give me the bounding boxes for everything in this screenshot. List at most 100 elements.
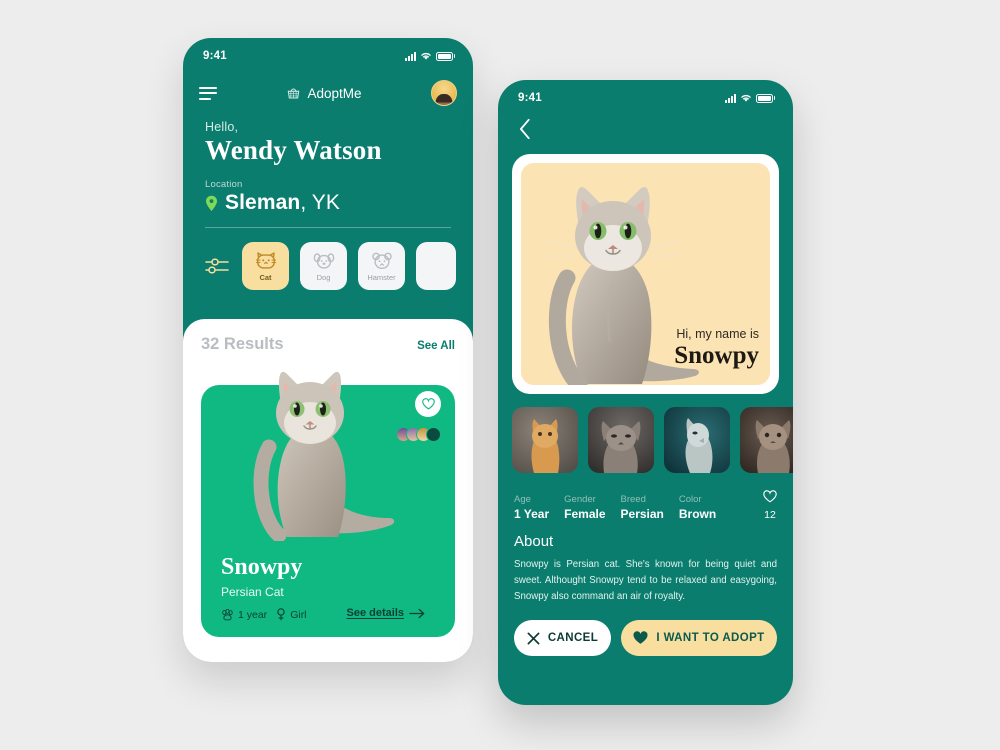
location-city-name: Sleman xyxy=(225,191,301,215)
cat-thumb-3 xyxy=(685,418,713,473)
detail-screen-phone: 9:41 Hi, my name is Snowpy Age 1 Year Ge… xyxy=(498,80,793,705)
attribute-gender: Gender Female xyxy=(564,494,605,521)
pet-name: Snowpy xyxy=(221,554,303,580)
adopt-label: I WANT TO ADOPT xyxy=(656,632,765,644)
status-icons xyxy=(724,93,775,103)
battery-icon xyxy=(435,51,455,61)
status-time: 9:41 xyxy=(203,50,227,62)
pet-card[interactable]: Snowpy Persian Cat 1 year Girl See detai… xyxy=(201,371,455,637)
attribute-color: Color Brown xyxy=(679,494,716,521)
attribute-value: 1 Year xyxy=(514,507,550,521)
hero-pet-name: Snowpy xyxy=(674,342,759,370)
thumbnail-item[interactable] xyxy=(588,407,654,473)
filter-chip-hamster[interactable]: Hamster xyxy=(358,242,405,291)
filter-chip-dog[interactable]: Dog xyxy=(300,242,347,291)
status-bar-home: 9:41 xyxy=(183,38,473,68)
see-details-label: See details xyxy=(346,607,404,619)
attribute-value: Female xyxy=(564,507,606,521)
app-bar: AdoptMe xyxy=(183,68,473,110)
paw-icon xyxy=(222,608,233,620)
dog-icon xyxy=(313,253,334,269)
filter-chip-label: Hamster xyxy=(367,273,396,283)
attribute-key: Age xyxy=(514,494,531,505)
thumbnail-item[interactable] xyxy=(664,407,730,473)
hero-greeting: Hi, my name is xyxy=(676,327,759,342)
close-x-icon xyxy=(527,632,540,644)
location-region: , YK xyxy=(300,191,341,215)
cat-thumb-4 xyxy=(755,420,791,473)
filter-chip-row: Cat Dog Hamster xyxy=(183,228,473,291)
brand-label: AdoptMe xyxy=(307,85,362,101)
pet-card-info: Snowpy Persian Cat 1 year Girl See detai… xyxy=(221,555,437,621)
about-heading: About xyxy=(514,533,554,550)
filter-chip-label: Cat xyxy=(259,273,272,283)
like-count: 12 xyxy=(764,509,776,521)
filter-chip-more[interactable] xyxy=(416,242,456,291)
attribute-age: Age 1 Year xyxy=(514,494,549,521)
avatar-group[interactable] xyxy=(396,427,441,442)
pet-breed: Persian Cat xyxy=(221,585,284,599)
heart-outline-icon xyxy=(421,398,435,410)
about-text: Snowpy is Persian cat. She's known for b… xyxy=(514,559,777,602)
location-city: Sleman, YK xyxy=(225,191,340,215)
chevron-left-icon xyxy=(520,118,530,140)
thumbnail-strip xyxy=(498,394,793,473)
attribute-key: Gender xyxy=(564,494,596,505)
favorite-button[interactable] xyxy=(415,391,441,417)
user-avatar[interactable] xyxy=(430,80,457,106)
signal-icon xyxy=(404,51,416,61)
thumbnail-item[interactable] xyxy=(512,407,578,473)
sliders-filter-icon[interactable] xyxy=(205,255,229,277)
hero-card: Hi, my name is Snowpy xyxy=(512,154,779,394)
attribute-key: Color xyxy=(678,494,702,505)
basket-icon xyxy=(288,88,300,98)
pet-photo xyxy=(253,371,395,541)
pet-age-label: 1 year xyxy=(238,608,268,621)
filter-chip-label: Dog xyxy=(316,273,331,283)
cat-thumb-2 xyxy=(601,421,641,473)
results-sheet: 32 Results See All Snowpy Persian Cat 1 … xyxy=(183,319,473,662)
cancel-button[interactable]: CANCEL xyxy=(514,620,611,656)
location-label: Location xyxy=(205,179,243,191)
wifi-icon xyxy=(420,52,431,60)
screenshot-canvas: 9:41 AdoptMe Hello, Wendy Watson Locatio… xyxy=(0,0,1000,750)
pet-gender: Girl xyxy=(276,608,307,621)
signal-icon xyxy=(724,93,736,103)
attribute-value: Persian xyxy=(620,507,664,521)
cancel-label: CANCEL xyxy=(547,632,599,644)
like-counter[interactable]: 12 xyxy=(763,490,777,521)
back-button[interactable] xyxy=(498,110,793,145)
attribute-value: Brown xyxy=(678,507,717,521)
attribute-key: Breed xyxy=(620,494,646,505)
adopt-button[interactable]: I WANT TO ADOPT xyxy=(621,620,777,656)
location-pin-icon xyxy=(206,195,217,211)
see-details-link[interactable]: See details xyxy=(347,607,425,619)
pet-age: 1 year xyxy=(221,608,268,621)
status-bar-detail: 9:41 xyxy=(498,80,793,110)
hero-text: Hi, my name is Snowpy xyxy=(674,327,759,371)
greeting-hello: Hello, xyxy=(205,120,239,134)
brand: AdoptMe xyxy=(286,85,362,101)
hero-image: Hi, my name is Snowpy xyxy=(521,163,770,385)
battery-icon xyxy=(755,93,775,103)
home-screen-phone: 9:41 AdoptMe Hello, Wendy Watson Locatio… xyxy=(183,38,473,662)
arrow-right-icon xyxy=(409,608,425,618)
filter-chip-cat[interactable]: Cat xyxy=(242,242,289,291)
user-name: Wendy Watson xyxy=(205,135,382,165)
female-icon xyxy=(277,608,285,621)
location-row[interactable]: Sleman, YK xyxy=(205,191,451,215)
greeting-block: Hello, Wendy Watson Location Sleman, YK xyxy=(183,110,473,229)
see-all-link[interactable]: See All xyxy=(417,340,455,352)
wifi-icon xyxy=(740,94,751,102)
pet-gender-label: Girl xyxy=(290,608,307,621)
cat-icon xyxy=(255,252,276,269)
heart-outline-icon xyxy=(763,490,777,503)
attribute-breed: Breed Persian xyxy=(621,494,664,521)
heart-filled-icon xyxy=(633,631,648,644)
cat-thumb-1 xyxy=(531,419,560,473)
status-time: 9:41 xyxy=(518,92,542,104)
attributes-row: Age 1 Year Gender Female Breed Persian C… xyxy=(498,473,793,521)
thumbnail-item[interactable] xyxy=(740,407,793,473)
hamburger-menu-icon[interactable] xyxy=(199,86,217,100)
status-icons xyxy=(404,51,455,61)
